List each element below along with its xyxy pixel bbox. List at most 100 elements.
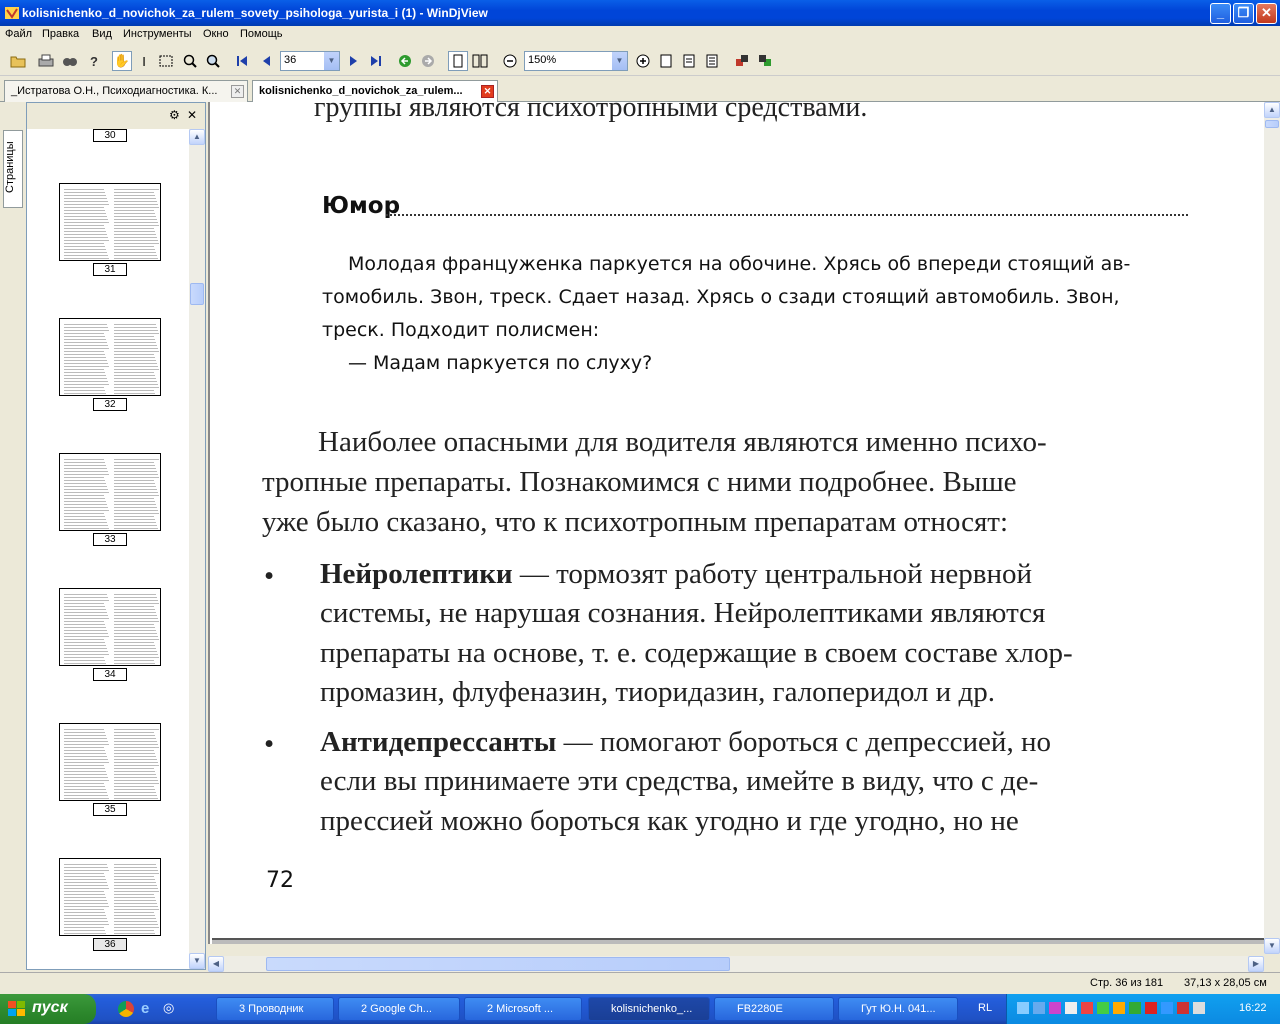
zoom-in-icon[interactable] xyxy=(633,51,653,71)
document-horizontal-scrollbar[interactable]: ◀ ▶ xyxy=(208,956,1264,972)
find-icon[interactable] xyxy=(60,51,80,71)
fit-width-icon[interactable] xyxy=(679,51,699,71)
page-thumbnail[interactable] xyxy=(59,588,161,666)
two-page-icon[interactable] xyxy=(470,51,490,71)
minimize-button[interactable]: _ xyxy=(1210,3,1231,24)
taskbar-item-word[interactable]: 2 Microsoft ... xyxy=(464,997,582,1021)
page-thumbnail[interactable] xyxy=(59,858,161,936)
scrollbar-thumb[interactable] xyxy=(1265,120,1279,128)
fit-page-icon[interactable] xyxy=(656,51,676,71)
next-page-icon[interactable] xyxy=(344,51,364,71)
tab-document-1[interactable]: _Истратова О.Н., Психодиагностика. К... … xyxy=(4,80,248,102)
quicklaunch-icon[interactable]: ◎ xyxy=(163,1000,179,1016)
tray-icons xyxy=(1017,1002,1207,1016)
tray-app-icon[interactable] xyxy=(1193,1002,1205,1014)
open-icon[interactable] xyxy=(8,51,28,71)
volume-icon[interactable] xyxy=(1177,1002,1189,1014)
menu-edit[interactable]: Правка xyxy=(42,28,79,40)
tray-app-icon[interactable] xyxy=(1081,1002,1093,1014)
document-vertical-scrollbar[interactable]: ▲ ▼ xyxy=(1264,102,1280,954)
select-rect-icon[interactable] xyxy=(156,51,176,71)
actual-size-icon[interactable] xyxy=(702,51,722,71)
language-indicator[interactable]: RL xyxy=(978,1002,992,1014)
tab-pages[interactable]: Страницы xyxy=(3,130,23,208)
thumbnail-text-line xyxy=(64,231,106,232)
close-tab-icon[interactable]: ✕ xyxy=(231,85,244,98)
taskbar-item-windjview[interactable]: kolisnichenko_... xyxy=(588,997,710,1021)
print-icon[interactable] xyxy=(36,51,56,71)
page-number-label-current[interactable]: 36 xyxy=(93,938,127,951)
thumbnail-text-line xyxy=(114,756,156,757)
zoom-combo[interactable]: 150% ▼ xyxy=(524,51,628,71)
scrollbar-thumb[interactable] xyxy=(190,283,204,305)
tab-document-2[interactable]: kolisnichenko_d_novichok_za_rulem... ✕ xyxy=(252,80,498,102)
maximize-button[interactable]: ❐ xyxy=(1233,3,1254,24)
scroll-up-icon[interactable]: ▲ xyxy=(1264,102,1280,118)
hand-tool-icon[interactable]: ✋ xyxy=(112,51,132,71)
start-button[interactable]: пуск xyxy=(0,994,96,1024)
page-thumbnail[interactable] xyxy=(59,453,161,531)
thumbnail-scrollbar[interactable]: ▲ ▼ xyxy=(189,129,205,969)
rotate-left-icon[interactable] xyxy=(732,51,752,71)
close-button[interactable]: ✕ xyxy=(1256,3,1277,24)
first-page-icon[interactable] xyxy=(232,51,252,71)
scroll-right-icon[interactable]: ▶ xyxy=(1248,956,1264,972)
close-panel-icon[interactable]: ✕ xyxy=(187,108,197,122)
taskbar-item-explorer[interactable]: 3 Проводник xyxy=(216,997,334,1021)
menu-window[interactable]: Окно xyxy=(203,28,229,40)
ie-quicklaunch-icon[interactable]: e xyxy=(141,1000,157,1017)
taskbar-item-chrome[interactable]: 2 Google Ch... xyxy=(338,997,460,1021)
antivirus-icon[interactable] xyxy=(1145,1002,1157,1014)
rotate-right-icon[interactable] xyxy=(755,51,775,71)
thumbnail-text-line xyxy=(114,735,155,736)
network-icon[interactable] xyxy=(1033,1002,1045,1014)
zoom-out-icon[interactable] xyxy=(500,51,520,71)
chevron-down-icon[interactable]: ▼ xyxy=(612,52,627,70)
zoom-icon[interactable] xyxy=(180,51,200,71)
taskbar-item-document[interactable]: Гут Ю.Н. 041... xyxy=(838,997,958,1021)
page-number-label[interactable]: 35 xyxy=(93,803,127,816)
taskbar-item-fb2280e[interactable]: FB2280E xyxy=(714,997,834,1021)
menu-help[interactable]: Помощь xyxy=(240,28,283,40)
scroll-down-icon[interactable]: ▼ xyxy=(1264,938,1280,954)
scrollbar-thumb[interactable] xyxy=(266,957,730,971)
task-label: Гут Ю.Н. 041... xyxy=(861,1003,936,1015)
scroll-up-icon[interactable]: ▲ xyxy=(189,129,205,145)
tray-app-icon[interactable] xyxy=(1049,1002,1061,1014)
page-number-label[interactable]: 30 xyxy=(93,129,127,142)
page-number-combo[interactable]: 36 ▼ xyxy=(280,51,340,71)
last-page-icon[interactable] xyxy=(366,51,386,71)
menu-tools[interactable]: Инструменты xyxy=(123,28,192,40)
thumbnail-text-line xyxy=(114,912,154,913)
page-thumbnail[interactable] xyxy=(59,318,161,396)
chrome-quicklaunch-icon[interactable] xyxy=(118,1001,134,1017)
prev-page-icon[interactable] xyxy=(256,51,276,71)
clock[interactable]: 16:22 xyxy=(1239,1002,1267,1014)
select-text-icon[interactable]: I xyxy=(134,51,154,71)
settings-icon[interactable]: ⚙ xyxy=(169,108,180,122)
tray-app-icon[interactable] xyxy=(1065,1002,1077,1014)
scroll-down-icon[interactable]: ▼ xyxy=(189,953,205,969)
tray-app-icon[interactable] xyxy=(1097,1002,1109,1014)
page-number-label[interactable]: 32 xyxy=(93,398,127,411)
close-tab-icon[interactable]: ✕ xyxy=(481,85,494,98)
back-icon[interactable] xyxy=(395,51,415,71)
tray-app-icon[interactable] xyxy=(1161,1002,1173,1014)
page-number-label[interactable]: 34 xyxy=(93,668,127,681)
scroll-left-icon[interactable]: ◀ xyxy=(208,956,224,972)
help-icon[interactable]: ? xyxy=(84,51,104,71)
zoom-rect-icon[interactable] xyxy=(203,51,223,71)
chevron-down-icon[interactable]: ▼ xyxy=(324,52,339,70)
tray-app-icon[interactable] xyxy=(1129,1002,1141,1014)
network-icon[interactable] xyxy=(1017,1002,1029,1014)
page-thumbnail[interactable] xyxy=(59,183,161,261)
forward-icon[interactable] xyxy=(418,51,438,71)
menu-view[interactable]: Вид xyxy=(92,28,112,40)
menu-file[interactable]: Файл xyxy=(5,28,32,40)
thumbnail-text-line xyxy=(64,189,104,190)
page-number-label[interactable]: 33 xyxy=(93,533,127,546)
page-thumbnail[interactable] xyxy=(59,723,161,801)
tray-app-icon[interactable] xyxy=(1113,1002,1125,1014)
page-number-label[interactable]: 31 xyxy=(93,263,127,276)
single-page-icon[interactable] xyxy=(448,51,468,71)
